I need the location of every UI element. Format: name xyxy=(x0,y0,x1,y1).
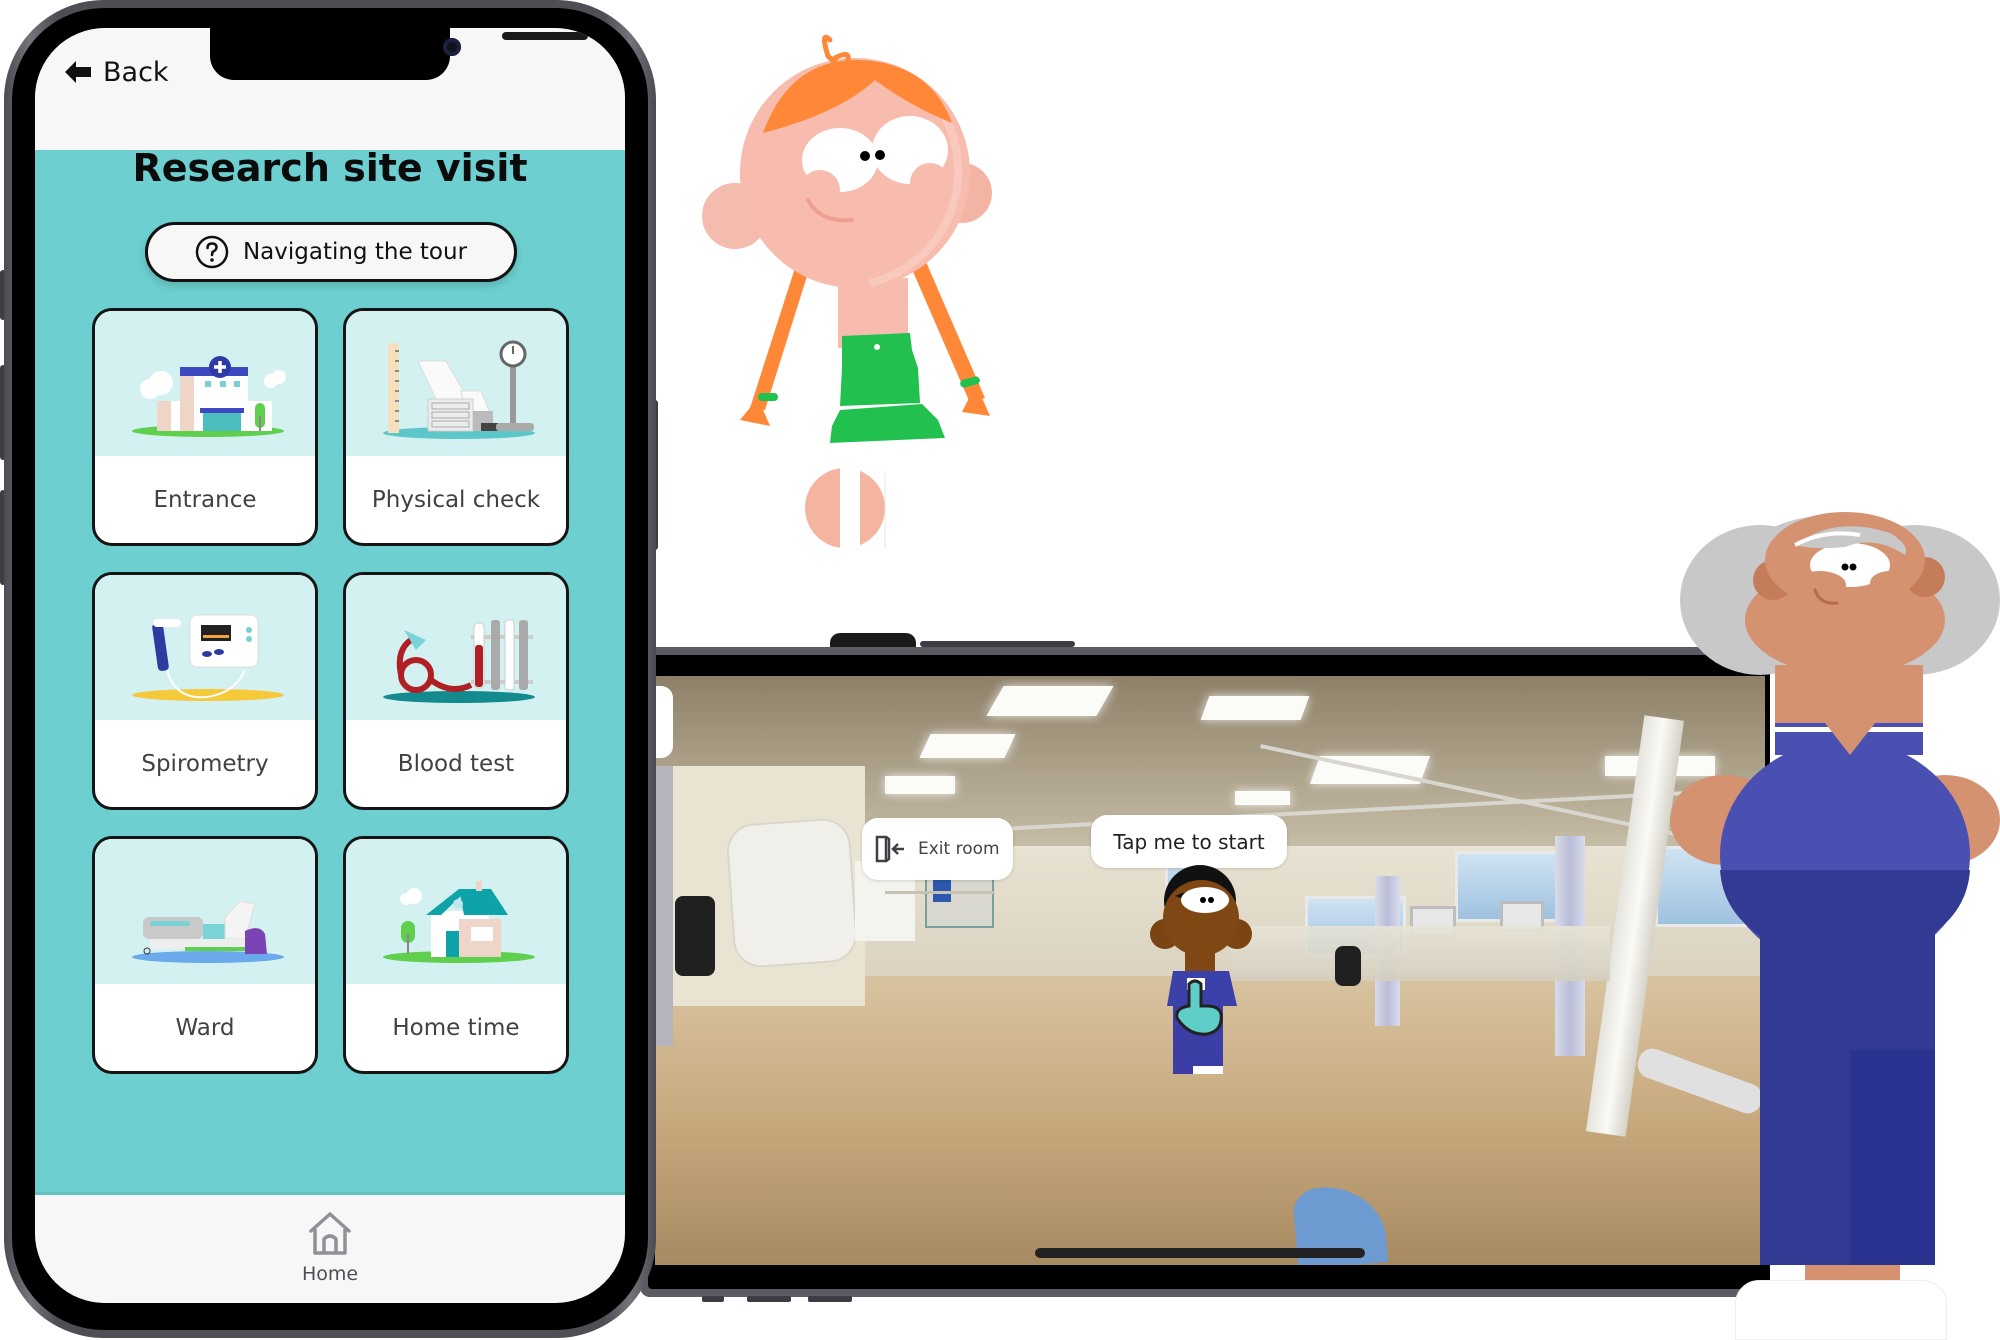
scene-chair xyxy=(675,896,715,976)
arrow-left-icon xyxy=(65,61,91,83)
hospital-bed-icon xyxy=(132,900,284,963)
physical-check-illustration-area xyxy=(346,311,566,456)
tile-blood-test[interactable]: Blood test xyxy=(343,572,569,810)
entrance-illustration-area xyxy=(95,311,315,456)
blood-tubes-icon xyxy=(383,619,535,703)
exit-door-icon xyxy=(875,835,904,863)
exit-room-button[interactable]: Exit room xyxy=(862,818,1013,880)
tile-label: Entrance xyxy=(153,486,257,513)
home-tab-label: Home xyxy=(301,1263,359,1285)
ward-illustration-area xyxy=(95,839,315,984)
blood-test-illustration-area xyxy=(346,575,566,720)
tour-360-viewer[interactable]: Exit room Tap me to start xyxy=(655,676,1765,1265)
tile-label: Ward xyxy=(175,1014,235,1041)
ceiling-light xyxy=(1235,791,1290,805)
spirometry-illustration-area xyxy=(95,575,315,720)
phone-camera xyxy=(443,38,461,56)
grey-haired-nurse-illustration xyxy=(1670,512,2000,1305)
tile-spirometry[interactable]: Spirometry xyxy=(92,572,318,810)
tap-to-start-bubble[interactable]: Tap me to start xyxy=(1091,815,1287,868)
landscape-phone-button xyxy=(702,1296,724,1302)
scene-counter xyxy=(1230,926,1610,981)
home-indicator-bar xyxy=(1035,1248,1365,1258)
side-menu-handle[interactable] xyxy=(655,686,673,758)
nurse-guide-character[interactable] xyxy=(1145,865,1255,1081)
ceiling-light xyxy=(919,734,1016,758)
tap-to-start-label: Tap me to start xyxy=(1113,829,1265,854)
tile-label: Physical check xyxy=(371,486,541,513)
tile-label: Spirometry xyxy=(141,750,269,777)
navigating-the-tour-label: Navigating the tour xyxy=(242,239,468,265)
navigating-the-tour-button[interactable]: Navigating the tour xyxy=(145,222,517,282)
home-time-illustration-area xyxy=(346,839,566,984)
home-tab[interactable]: Home xyxy=(280,1205,380,1295)
page-title: Research site visit xyxy=(132,146,528,190)
ceiling-light xyxy=(986,686,1114,716)
decorative-card-edge xyxy=(1735,1280,1947,1340)
ceiling-light xyxy=(885,776,955,794)
landscape-phone-button xyxy=(808,1296,852,1302)
tile-physical-check[interactable]: Physical check xyxy=(343,308,569,546)
tile-entrance[interactable]: Entrance xyxy=(92,308,318,546)
house-icon xyxy=(383,881,535,963)
back-label: Back xyxy=(103,56,169,88)
tile-label: Blood test xyxy=(397,750,515,777)
tile-label: Home time xyxy=(392,1014,520,1041)
ceiling-light xyxy=(1200,696,1310,720)
phone-speaker xyxy=(502,32,588,40)
tile-home-time[interactable]: Home time xyxy=(343,836,569,1074)
tile-ward[interactable]: Ward xyxy=(92,836,318,1074)
landscape-phone-button xyxy=(747,1296,791,1302)
scene-table xyxy=(885,891,995,894)
scene-chair xyxy=(1335,946,1361,986)
spirometer-icon xyxy=(132,614,284,701)
question-circle-icon xyxy=(195,235,229,269)
phone-notch xyxy=(210,28,588,80)
bottom-navigation-bar: Home xyxy=(35,1192,625,1303)
girl-character-illustration xyxy=(702,34,992,548)
hospital-building-icon xyxy=(132,356,286,437)
scene-transfer-board xyxy=(725,816,859,970)
exit-room-label: Exit room xyxy=(918,839,1000,859)
portrait-phone-screen: Back Research site visit Navigating the … xyxy=(35,28,625,1303)
scene-curtain xyxy=(655,766,673,1046)
height-scale-icon xyxy=(383,340,535,439)
back-button[interactable]: Back xyxy=(63,50,169,94)
home-icon xyxy=(309,1212,351,1255)
